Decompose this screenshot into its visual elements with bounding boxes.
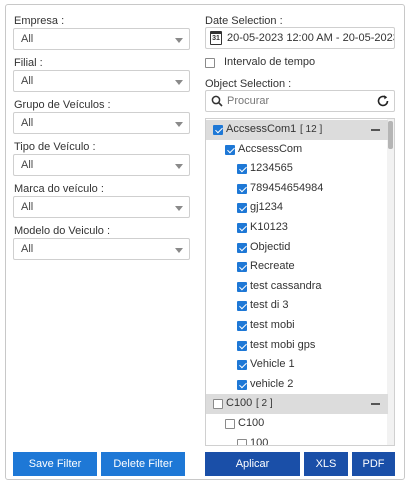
tree-item[interactable]: 1234565 [206,159,388,179]
tree-item-checkbox[interactable] [237,164,247,175]
tree-item-checkbox[interactable] [237,242,247,253]
tree-group[interactable]: C100[ 2 ] [206,394,388,415]
tree-item-label: Recreate [250,260,295,273]
tree-item-label: 789454654984 [250,181,324,194]
tree-subgroup-label: C100 [238,417,265,429]
refresh-icon[interactable] [376,94,390,108]
collapse-icon[interactable] [371,403,380,405]
tree-item-checkbox[interactable] [237,301,247,312]
tree-group-count: [ 12 ] [300,124,323,135]
filial-select[interactable]: All [13,70,190,92]
empresa-label: Empresa : [14,15,65,27]
xls-button[interactable]: XLS [304,452,348,476]
tree-item[interactable]: vehicle 2 [206,375,388,395]
tree-item[interactable]: 789454654984 [206,179,388,199]
tree-item-label: K10123 [250,221,288,233]
tree-item-label: Objectid [250,240,291,253]
tree-item[interactable]: Recreate [206,257,388,277]
chevron-down-icon [175,248,183,253]
filial-value: All [21,75,34,87]
tree-subgroup-label: AccsessCom [238,142,303,155]
tipo-veiculo-value: All [21,159,34,171]
marca-veiculo-select[interactable]: All [13,196,190,218]
tree-item-label: gj1234 [250,201,284,214]
date-range-value: 20-05-2023 12:00 AM - 20-05-2023 12:5 [227,32,395,44]
tipo-veiculo-label: Tipo de Veículo : [14,141,96,153]
tree-item-label: test mobi [250,319,295,331]
chevron-down-icon [175,38,183,43]
object-selection-label: Object Selection : [205,78,292,90]
interval-checkbox[interactable] [205,58,215,68]
tree-subgroup-checkbox[interactable] [225,144,235,155]
interval-toggle[interactable]: Intervalo de tempo [205,55,395,71]
tree-item-checkbox[interactable] [237,360,247,371]
tree-item-checkbox[interactable] [237,340,247,351]
tree-group-label: C100 [226,397,253,410]
object-search-input[interactable]: Procurar [205,90,395,112]
search-icon [211,95,223,107]
tree-item-label: Vehicle 1 [250,358,295,371]
tree-item[interactable]: Objectid [206,238,388,258]
tree-subgroup[interactable]: C100 [206,414,388,434]
grupo-veiculos-select[interactable]: All [13,112,190,134]
modelo-veiculo-select[interactable]: All [13,238,190,260]
tree-subgroup-checkbox[interactable] [225,419,235,429]
date-selection-label: Date Selection : [205,15,283,27]
empresa-select[interactable]: All [13,28,190,50]
tree-subgroup[interactable]: AccsessCom [206,140,388,160]
tree-group-label: AccsessCom1 [226,123,297,135]
tree-item-label: vehicle 2 [250,377,294,390]
marca-veiculo-value: All [21,201,34,213]
tree-group-checkbox[interactable] [213,125,223,135]
tipo-veiculo-select[interactable]: All [13,154,190,176]
tree-item-checkbox[interactable] [237,262,247,273]
tree-group[interactable]: AccsessCom1[ 12 ] [206,120,388,140]
tree-item-checkbox[interactable] [237,203,247,214]
tree-item-checkbox[interactable] [237,321,247,331]
pdf-button[interactable]: PDF [352,452,395,476]
calendar-icon: 31 [210,31,222,45]
tree-item[interactable]: test cassandra [206,277,388,297]
apply-button[interactable]: Aplicar [205,452,300,476]
interval-label: Intervalo de tempo [224,56,316,68]
grupo-veiculos-label: Grupo de Veículos : [14,99,111,111]
chevron-down-icon [175,80,183,85]
tree-item-label: 1234565 [250,162,293,175]
tree-item-checkbox[interactable] [237,183,247,194]
tree-item-checkbox[interactable] [237,379,247,390]
tree-item[interactable]: gj1234 [206,198,388,218]
modelo-veiculo-label: Modelo do Veiculo : [14,225,111,237]
object-tree: AccsessCom1[ 12 ] AccsessCom 1234565 789454… [205,118,395,446]
tree-item[interactable]: 100 [206,434,388,446]
tree-item[interactable]: test di 3 [206,296,388,316]
tree-item-label: test cassandra [250,279,322,292]
tree-item-label: test di 3 [250,299,289,312]
tree-item[interactable]: Vehicle 1 [206,355,388,375]
chevron-down-icon [175,164,183,169]
tree-item-label: 100 [250,436,269,446]
chevron-down-icon [175,206,183,211]
tree-scrollbar-thumb[interactable] [388,121,393,149]
tree-item-checkbox[interactable] [237,438,247,445]
search-placeholder: Procurar [227,95,270,107]
date-range-input[interactable]: 31 20-05-2023 12:00 AM - 20-05-2023 12:5 [205,27,395,49]
tree-item[interactable]: test mobi [206,316,388,336]
modelo-veiculo-value: All [21,243,34,255]
tree-item-label: test mobi gps [250,338,316,351]
tree-item-checkbox[interactable] [237,223,247,233]
tree-group-checkbox[interactable] [213,399,223,410]
chevron-down-icon [175,122,183,127]
tree-item[interactable]: K10123 [206,218,388,238]
collapse-icon[interactable] [371,129,380,131]
tree-item-checkbox[interactable] [237,281,247,292]
tree-item[interactable]: test mobi gps [206,336,388,356]
delete-filter-button[interactable]: Delete Filter [101,452,185,476]
save-filter-button[interactable]: Save Filter [13,452,97,476]
marca-veiculo-label: Marca do veículo : [14,183,104,195]
filial-label: Filial : [14,57,43,69]
tree-group-count: [ 2 ] [256,398,273,410]
grupo-veiculos-value: All [21,117,34,129]
empresa-value: All [21,33,34,45]
tree-scrollbar[interactable] [387,119,394,445]
